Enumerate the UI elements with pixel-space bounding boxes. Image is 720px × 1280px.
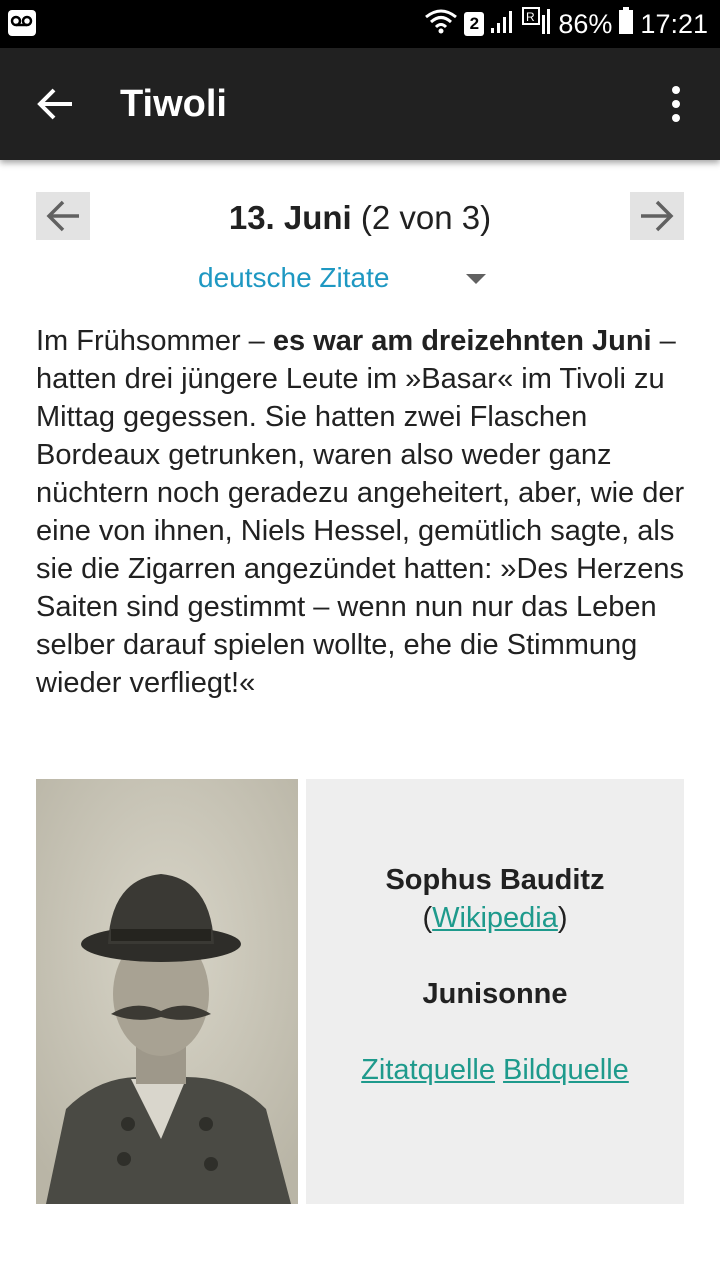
status-bar: 2 R 86% 17:21 bbox=[0, 0, 720, 48]
language-select[interactable]: deutsche Zitate bbox=[198, 258, 498, 298]
wifi-icon bbox=[424, 8, 458, 41]
quote-part-1: Im Frühsommer – bbox=[36, 325, 273, 357]
battery-percent: 86% bbox=[558, 8, 613, 39]
signal-icon bbox=[490, 8, 516, 41]
next-quote-button[interactable] bbox=[630, 192, 684, 240]
roaming-signal-icon: R bbox=[522, 6, 552, 42]
wikipedia-link[interactable]: Wikipedia bbox=[432, 902, 558, 934]
language-select-value: deutsche Zitate bbox=[198, 262, 390, 293]
arrow-left-icon bbox=[46, 200, 79, 232]
quote-position: (2 von 3) bbox=[360, 199, 492, 236]
back-button[interactable] bbox=[28, 76, 84, 132]
date-heading: 13. Juni (2 von 3) bbox=[100, 196, 620, 240]
author-portrait bbox=[36, 779, 298, 1204]
svg-text:R: R bbox=[526, 10, 535, 24]
quote-part-2: – hatten drei jüngere Leute im »Basar« i… bbox=[36, 325, 685, 699]
quote-source-link[interactable]: Zitatquelle bbox=[361, 1054, 495, 1086]
quote-date: 13. Juni bbox=[228, 199, 352, 236]
arrow-left-icon bbox=[37, 88, 72, 120]
voicemail-icon bbox=[8, 10, 36, 36]
source-links: Zitatquelle Bildquelle bbox=[306, 1051, 684, 1089]
battery-icon bbox=[618, 6, 634, 42]
sim-badge: 2 bbox=[464, 12, 485, 36]
app-bar: Tiwoli bbox=[0, 48, 720, 160]
open-paren: ( bbox=[422, 902, 433, 934]
close-paren: ) bbox=[557, 902, 568, 934]
quote-highlight: es war am dreizehnten Juni bbox=[272, 325, 652, 357]
overflow-menu-button[interactable] bbox=[652, 80, 700, 128]
app-title: Tiwoli bbox=[120, 83, 227, 125]
more-vert-icon bbox=[672, 86, 680, 122]
author-name: Sophus Bauditz bbox=[385, 864, 605, 896]
image-source-link[interactable]: Bildquelle bbox=[503, 1054, 629, 1086]
quote-text: Im Frühsommer – es war am dreizehnten Ju… bbox=[36, 322, 686, 702]
wikipedia-line: (Wikipedia) bbox=[306, 899, 684, 937]
author-info-panel: Sophus Bauditz (Wikipedia) Junisonne Zit… bbox=[306, 779, 684, 1204]
dropdown-caret-icon bbox=[466, 274, 486, 284]
previous-quote-button[interactable] bbox=[36, 192, 90, 240]
arrow-right-icon bbox=[641, 200, 674, 232]
work-title: Junisonne bbox=[422, 978, 568, 1010]
clock: 17:21 bbox=[640, 8, 708, 39]
